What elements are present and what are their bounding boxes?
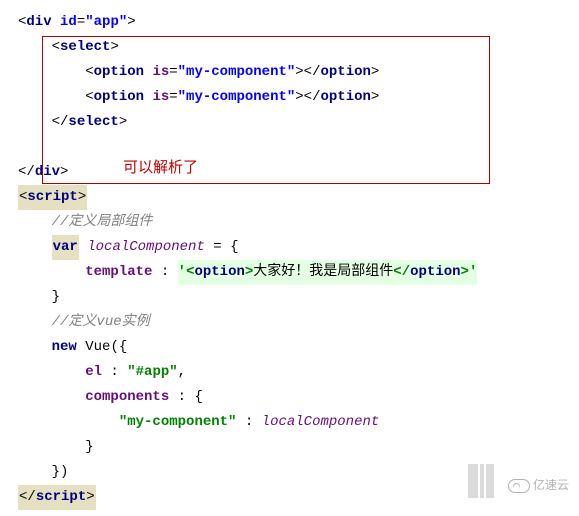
code-line: <div id="app"> [18, 10, 579, 35]
code-line: <script> [18, 185, 579, 210]
code-line: el : "#app", [18, 360, 579, 385]
code-line: } [18, 285, 579, 310]
cloud-icon [508, 479, 530, 493]
code-block: <div id="app"> <select> <option is="my-c… [0, 0, 579, 510]
code-line: </script> [18, 485, 579, 510]
code-line: }) [18, 460, 579, 485]
code-line: } [18, 435, 579, 460]
code-line: new Vue({ [18, 335, 579, 360]
code-line: <option is="my-component"></option> [18, 85, 579, 110]
code-line: <option is="my-component"></option> [18, 60, 579, 85]
code-line: <select> [18, 35, 579, 60]
code-line: //定义vue实例 [18, 310, 579, 335]
code-line [18, 135, 579, 160]
annotation-text: 可以解析了 [123, 155, 198, 180]
code-line: components : { [18, 385, 579, 410]
code-line: "my-component" : localComponent [18, 410, 579, 435]
code-line: template : '<option>大家好！我是局部组件</option>' [18, 260, 579, 285]
code-line: var localComponent = { [18, 235, 579, 260]
code-line: </select> [18, 110, 579, 135]
code-line: </div> [18, 160, 579, 185]
watermark-logo: 亿速云 [508, 473, 569, 498]
watermark-text: 亿速云 [533, 473, 569, 498]
watermark-bars-icon [468, 464, 494, 498]
code-line: //定义局部组件 [18, 210, 579, 235]
